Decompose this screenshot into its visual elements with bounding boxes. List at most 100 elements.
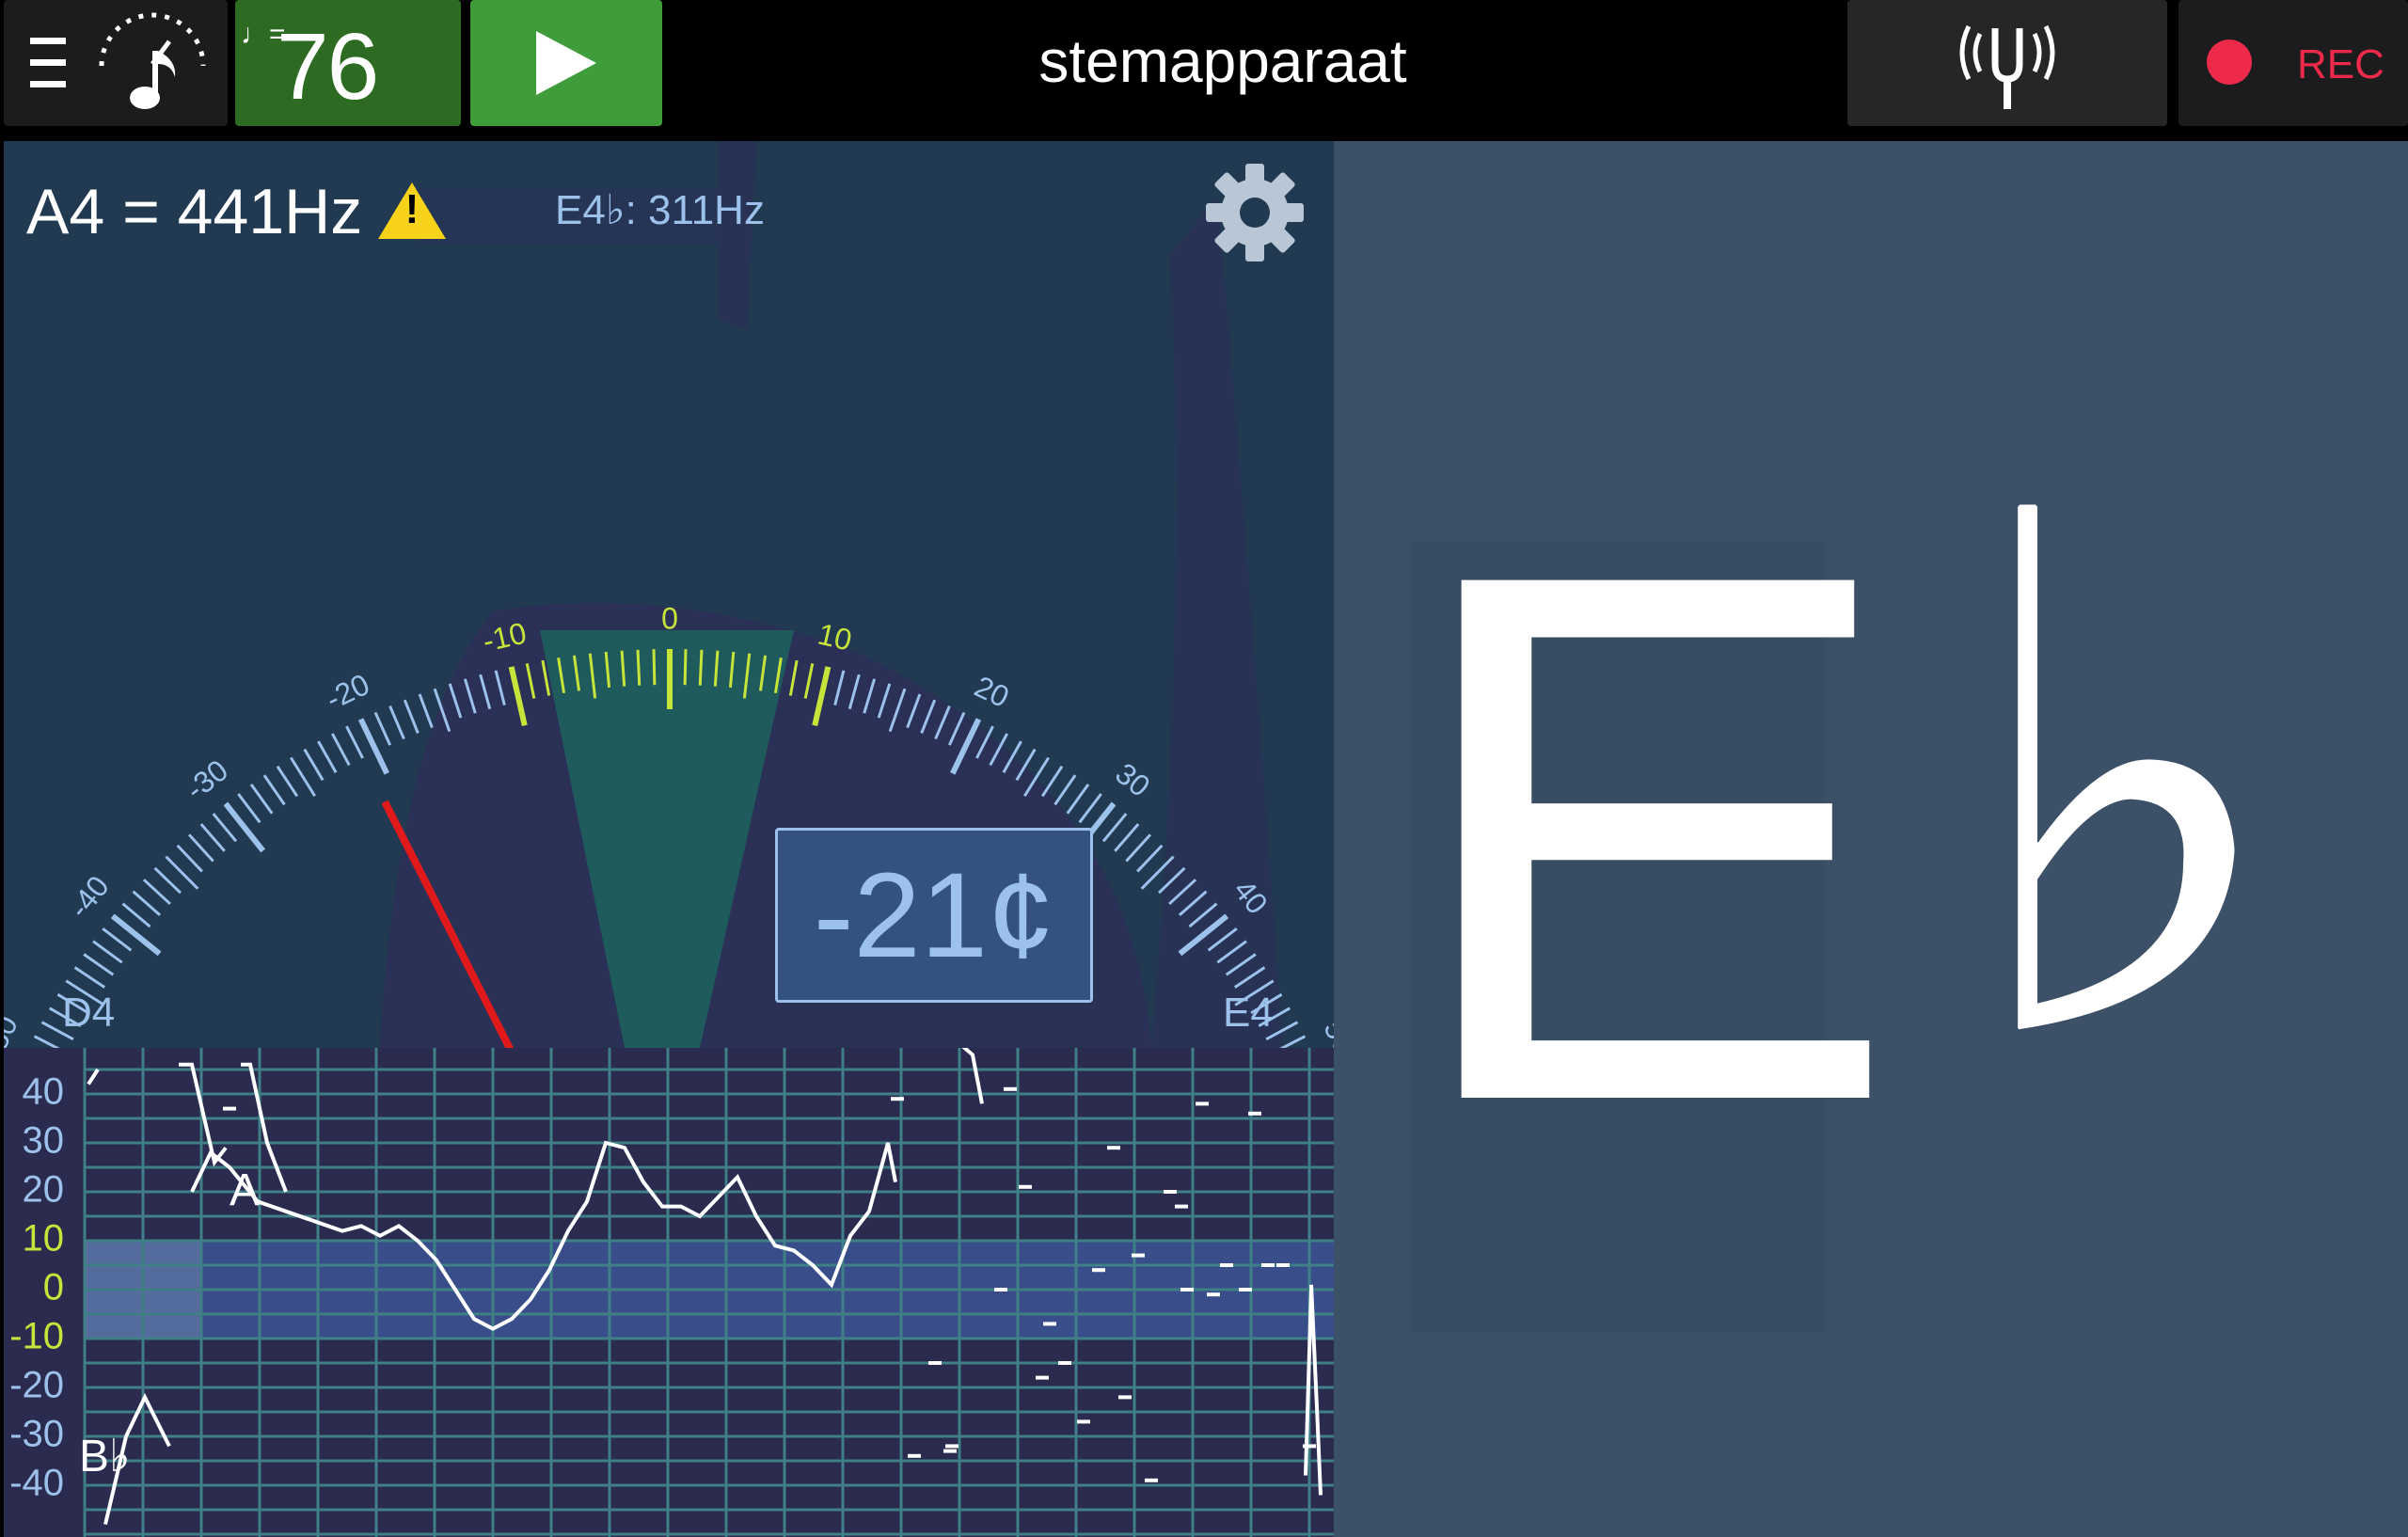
dial-tick [73, 966, 106, 989]
dial-scale-label: 20 [970, 669, 1015, 714]
dial-tick [773, 658, 783, 694]
dial-tick [132, 890, 162, 917]
dial-tick [494, 670, 506, 706]
dial-tick [947, 711, 966, 746]
dial-tick [373, 711, 392, 746]
dial-tick [652, 649, 657, 686]
dial-tick [1114, 823, 1140, 852]
dial-tick [541, 659, 551, 696]
record-dot-icon [2207, 40, 2252, 85]
dial-tick [345, 725, 364, 759]
dial-tick [303, 748, 325, 782]
dial-scale-label: -50 [4, 1010, 24, 1048]
dial-tick [102, 927, 133, 952]
dial-tick [1040, 765, 1064, 798]
dial-tick [788, 659, 799, 696]
dial-tick [212, 813, 238, 843]
dial-scale-label: 50 [1317, 1015, 1334, 1048]
dial-tick [1054, 774, 1077, 806]
dial-scale-label: 30 [1109, 756, 1156, 803]
dial-tick [237, 793, 261, 824]
dial-tick [1178, 890, 1208, 917]
graph-y-label: 30 [23, 1120, 65, 1162]
play-button[interactable] [470, 0, 662, 126]
dial-tick [728, 651, 736, 689]
dial-tick [833, 670, 846, 706]
dial-tick [83, 953, 115, 976]
pitch-history-graph: 40 30 20 10 0 -10 -20 -30 -40 A B♭ [4, 1048, 1334, 1537]
dial-tick [33, 1035, 60, 1048]
dial-tick [433, 688, 452, 733]
dial-scale-label: -10 [480, 615, 530, 658]
dial-tick [975, 725, 994, 759]
dial-tick [92, 940, 123, 964]
dial-tick [620, 650, 626, 687]
history-plot: 40 30 20 10 0 -10 -20 -30 -40 [9, 1048, 1334, 1537]
dial-scale-label: -20 [321, 667, 374, 716]
dial-tick [508, 666, 528, 726]
dial-tick [525, 663, 536, 699]
note-display-panel: E ♭ [1334, 141, 2408, 1537]
dial-tick [1168, 879, 1197, 906]
dial-tick [463, 678, 477, 714]
dial-tick [448, 683, 463, 719]
dial-tick [1178, 913, 1229, 957]
top-bar: ♩= 76 stemapparaat REC [0, 0, 2408, 139]
history-note-label-b-flat: B♭ [79, 1432, 131, 1482]
menu-icon [30, 12, 206, 109]
dial-tick [1158, 866, 1186, 895]
dial-tick [249, 784, 274, 815]
dial-tick [812, 666, 832, 726]
dial-tick [1225, 953, 1257, 976]
menu-metronome-button[interactable] [4, 0, 228, 126]
graph-y-label: -40 [9, 1463, 64, 1504]
dial-tick [1015, 748, 1037, 782]
tuning-fork-button[interactable] [1847, 0, 2167, 126]
history-note-label-a: A [230, 1165, 261, 1215]
dial-scale-label: -30 [179, 753, 234, 806]
dial-scale-label: 40 [1227, 873, 1274, 920]
dial-tick [153, 866, 182, 895]
dial-tick [1216, 940, 1247, 964]
graph-y-label: 0 [43, 1267, 64, 1308]
dial-tick [142, 879, 171, 906]
dial-tick [906, 693, 922, 729]
dial-tick [1279, 1035, 1307, 1048]
dial-tick [110, 913, 162, 957]
record-button[interactable]: REC [2178, 0, 2408, 126]
dial-tick [1233, 966, 1266, 989]
dial-tick [934, 705, 951, 740]
dial-tick [1188, 902, 1218, 928]
dial-tick [848, 673, 861, 710]
dial-scale-label: 10 [815, 617, 855, 658]
dial-tick [588, 653, 597, 699]
dial-tick [331, 733, 351, 767]
dial-tick [1125, 833, 1152, 863]
graph-y-label: 10 [23, 1218, 65, 1260]
dial-scale-label: -40 [62, 869, 116, 925]
dial-tick [863, 678, 877, 714]
dial-tick [1136, 844, 1164, 873]
dial-tick [317, 740, 338, 773]
dial-tick [742, 653, 752, 699]
dial-tick [759, 655, 768, 691]
tempo-value: 76 [277, 14, 379, 119]
dial-tick [262, 774, 286, 806]
dial-tick [1078, 793, 1102, 824]
dial-tick [572, 655, 580, 691]
app-title: stemapparaat [1038, 27, 1407, 95]
play-icon [536, 31, 596, 95]
dial-tick [989, 733, 1008, 767]
dial-tick [199, 823, 226, 852]
tempo-button[interactable]: ♩= 76 [235, 0, 461, 126]
graph-y-label: 20 [23, 1169, 65, 1211]
graph-y-label: -20 [9, 1365, 64, 1406]
dial-tick [223, 801, 266, 853]
dial-tick [636, 649, 642, 686]
dial-tick [388, 705, 405, 740]
dial-tick [418, 693, 434, 729]
dial-tick [877, 683, 892, 719]
metronome-icon [99, 12, 206, 109]
graph-y-label: 40 [23, 1071, 65, 1113]
dial-tick [403, 699, 420, 735]
